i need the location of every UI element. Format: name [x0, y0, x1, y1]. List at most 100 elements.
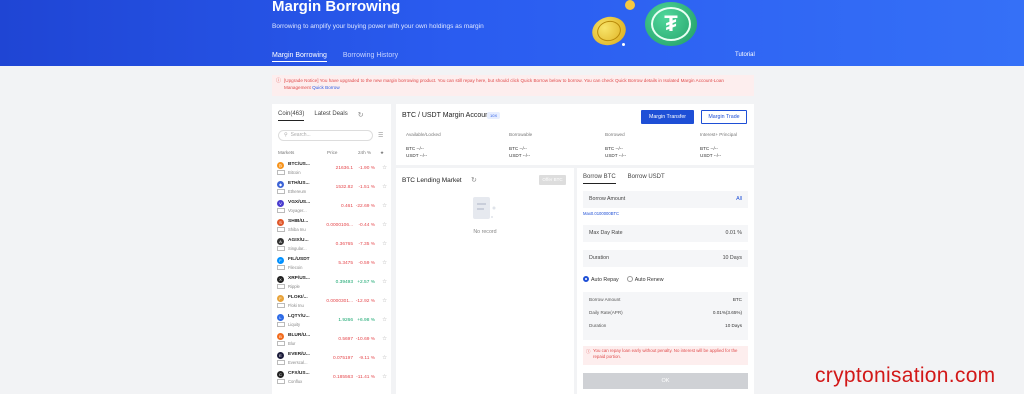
tab-borrowing-history[interactable]: Borrowing History — [343, 52, 398, 62]
favorite-star-icon[interactable]: ☆ — [382, 222, 387, 228]
coin-row[interactable]: C CFX/US... Conflux 0.185563 -11.41 % ☆ — [277, 370, 387, 389]
coin-row[interactable]: A AGIX/U... Singular... 0.36765 -7.35 % ☆ — [277, 237, 387, 256]
leverage-box — [277, 208, 285, 213]
warning-text: You can repay loan early without penalty… — [593, 348, 738, 359]
upgrade-notice: ⓘ [Upgrade Notice] You have upgraded to … — [272, 75, 754, 96]
usdt-value: USDT --/-- — [509, 153, 531, 158]
coin-price: 21636.1 — [335, 166, 353, 171]
refresh-icon[interactable]: ↻ — [471, 176, 477, 184]
btc-value: BTC --/-- — [509, 146, 527, 151]
repay-options: Auto Repay Auto Renew — [583, 276, 664, 283]
auto-repay-radio[interactable]: Auto Repay — [583, 276, 619, 283]
leverage-box — [277, 379, 285, 384]
borrowable-column: Borrowable BTC --/-- USDT --/-- — [509, 132, 532, 159]
coin-row[interactable]: X XRP/US... Ripple 0.39493 +2.57 % ☆ — [277, 275, 387, 294]
summary-value: 10 Days — [725, 323, 742, 328]
coin-name: Everscal... — [288, 360, 308, 365]
column-label: Borrowed — [605, 132, 625, 137]
summary-label: Duration — [589, 323, 607, 328]
coin-row[interactable]: F FIL/USDT Filecoin 5.3475 -0.59 % ☆ — [277, 256, 387, 275]
coin-icon: V — [277, 200, 284, 207]
coin-row[interactable]: S SHIB/U... Shiba Inu 0.0000106... -0.44 % ☆ — [277, 218, 387, 237]
account-title: BTC / USDT Margin Account — [402, 112, 491, 119]
coin-price: 0.461 — [340, 204, 353, 209]
coin-price: 1532.82 — [335, 185, 353, 190]
filter-icon[interactable]: ☰ — [378, 132, 383, 139]
column-values: BTC --/-- USDT --/-- — [406, 145, 441, 159]
coin-pair: LQTY/U... — [288, 314, 310, 319]
coin-row[interactable]: ◆ ETH/US... Ethereum 1532.82 -1.51 % ☆ — [277, 180, 387, 199]
favorite-star-icon[interactable]: ☆ — [382, 241, 387, 247]
col-change[interactable]: 24h % — [358, 150, 371, 155]
auto-renew-radio[interactable]: Auto Renew — [626, 276, 664, 283]
all-button[interactable]: All — [736, 191, 742, 208]
favorite-star-icon[interactable]: ☆ — [382, 165, 387, 171]
coin-pair: FIL/USDT — [288, 257, 310, 262]
tab-margin-borrowing[interactable]: Margin Borrowing — [272, 52, 327, 62]
coin-price: 5.3475 — [338, 261, 353, 266]
coin-change: -12.92 % — [355, 299, 375, 304]
favorite-star-icon[interactable]: ☆ — [382, 203, 387, 209]
coin-row[interactable]: F FLOKI/... Floki Inu 0.0000301... -12.92 % ☆ — [277, 294, 387, 313]
star-header-icon[interactable]: ★ — [380, 150, 384, 156]
duration-select[interactable]: Duration 10 Days — [583, 250, 748, 267]
notice-text: [Upgrade Notice] You have upgraded to th… — [284, 78, 724, 90]
leverage-badge: 10X — [487, 112, 501, 119]
ok-button[interactable]: OK — [583, 373, 748, 389]
coin-row[interactable]: V VGX/US... Voyager... 0.461 -22.69 % ☆ — [277, 199, 387, 218]
max-day-rate-input[interactable]: Max Day Rate 0.01 % — [583, 225, 748, 242]
search-placeholder: Search... — [290, 132, 311, 138]
search-input[interactable]: ⚲ Search... — [278, 130, 373, 141]
coin-row[interactable]: B BLUR/U... Blur 0.5697 -10.69 % ☆ — [277, 332, 387, 351]
coin-illustration-small — [625, 0, 635, 10]
favorite-star-icon[interactable]: ☆ — [382, 298, 387, 304]
borrow-summary: Borrow Amount BTC Daily Rate(APR) 0.01%(3.… — [583, 292, 748, 340]
btc-value: BTC --/-- — [406, 146, 424, 151]
favorite-star-icon[interactable]: ☆ — [382, 374, 387, 380]
margin-transfer-button[interactable]: Margin Transfer — [641, 110, 694, 124]
tab-latest-deals[interactable]: Latest Deals — [314, 111, 347, 121]
empty-state-text: No record — [473, 229, 497, 235]
coin-change: +6.98 % — [357, 318, 375, 323]
quick-borrow-link[interactable]: Quick Borrow — [312, 85, 340, 90]
col-markets[interactable]: Markets — [278, 150, 294, 155]
column-label: Interest+ Principal — [700, 132, 737, 137]
margin-trade-button[interactable]: Margin Trade — [701, 110, 747, 124]
leverage-box — [277, 284, 285, 289]
coin-change: -1.90 % — [358, 166, 375, 171]
summary-label: Daily Rate(APR) — [589, 310, 623, 315]
offer-btc-button[interactable]: Offer BTC — [539, 175, 566, 185]
max-borrow-text: Max0.0100000BTC — [583, 211, 620, 216]
alert-icon: ⓘ — [586, 349, 591, 354]
coin-change: -7.35 % — [358, 242, 375, 247]
borrow-amount-input[interactable]: Borrow Amount All — [583, 191, 748, 208]
column-values: BTC --/-- USDT --/-- — [605, 145, 626, 159]
leverage-box — [277, 303, 285, 308]
coin-icon: F — [277, 295, 284, 302]
coin-pair: BLUR/U... — [288, 333, 311, 338]
usdt-value: USDT --/-- — [700, 153, 722, 158]
favorite-star-icon[interactable]: ☆ — [382, 317, 387, 323]
favorite-star-icon[interactable]: ☆ — [382, 279, 387, 285]
duration-value: 10 Days — [722, 255, 742, 261]
tab-borrow-usdt[interactable]: Borrow USDT — [628, 174, 665, 184]
refresh-icon[interactable]: ↻ — [358, 111, 364, 121]
favorite-star-icon[interactable]: ☆ — [382, 336, 387, 342]
coin-change: +2.57 % — [357, 280, 375, 285]
col-price[interactable]: Price — [327, 150, 337, 155]
coin-icon: A — [277, 238, 284, 245]
tab-coin[interactable]: Coin(463) — [278, 111, 305, 121]
coin-row[interactable]: E EVER/U... Everscal... 0.075197 -9.11 % ☆ — [277, 351, 387, 370]
coin-row[interactable]: ₿ BTC/US... Bitcoin 21636.1 -1.90 % ☆ — [277, 161, 387, 180]
coin-price: 0.075197 — [332, 356, 353, 361]
favorite-star-icon[interactable]: ☆ — [382, 260, 387, 266]
coin-tabs: Coin(463) Latest Deals ↻ — [278, 111, 364, 121]
summary-value: BTC — [732, 297, 742, 302]
coin-row[interactable]: L LQTY/U... Liquity 1.9266 +6.98 % ☆ — [277, 313, 387, 332]
favorite-star-icon[interactable]: ☆ — [382, 355, 387, 361]
favorite-star-icon[interactable]: ☆ — [382, 184, 387, 190]
tab-borrow-btc[interactable]: Borrow BTC — [583, 174, 616, 184]
borrowed-column: Borrowed BTC --/-- USDT --/-- — [605, 132, 626, 159]
tutorial-link[interactable]: Tutorial — [735, 52, 755, 58]
coin-price: 0.36765 — [335, 242, 353, 247]
